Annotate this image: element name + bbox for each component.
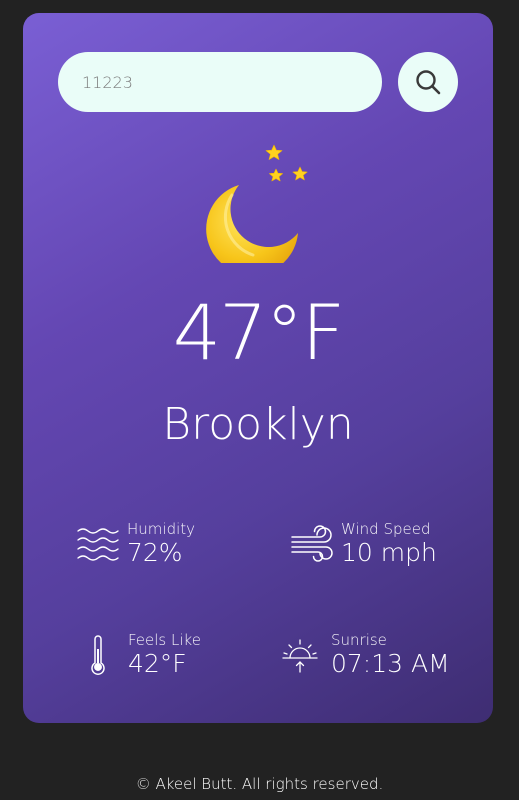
wind-speed-label: Wind Speed <box>341 520 431 538</box>
footer-copyright: © Akeel Butt. All rights reserved. <box>135 775 384 793</box>
wind-speed-stat: Wind Speed 10 mph <box>290 521 437 568</box>
search-input[interactable] <box>58 52 382 112</box>
sunrise-value: 07:13 AM <box>331 648 450 678</box>
weather-card: 47°F Brooklyn Humidity 72% W <box>23 13 493 723</box>
moon-stars-icon <box>206 144 308 263</box>
sunrise-label: Sunrise <box>331 631 387 649</box>
humidity-waves-icon <box>77 525 119 563</box>
temperature: 47°F <box>172 288 345 377</box>
humidity-value: 72% <box>127 537 183 567</box>
sunrise-stat: Sunrise 07:13 AM <box>280 632 450 679</box>
humidity-label: Humidity <box>127 520 196 538</box>
feels-like-value: 42°F <box>128 648 187 678</box>
humidity-stat: Humidity 72% <box>77 521 195 568</box>
search-button[interactable] <box>398 52 458 112</box>
sunrise-icon <box>280 636 320 674</box>
feels-like-label: Feels Like <box>128 631 201 649</box>
wind-speed-value: 10 mph <box>341 537 437 567</box>
search-icon <box>416 70 441 95</box>
thermometer-icon <box>87 635 109 676</box>
wind-icon <box>290 525 334 563</box>
city-name: Brooklyn <box>162 399 354 450</box>
feels-like-stat: Feels Like 42°F <box>87 632 201 679</box>
